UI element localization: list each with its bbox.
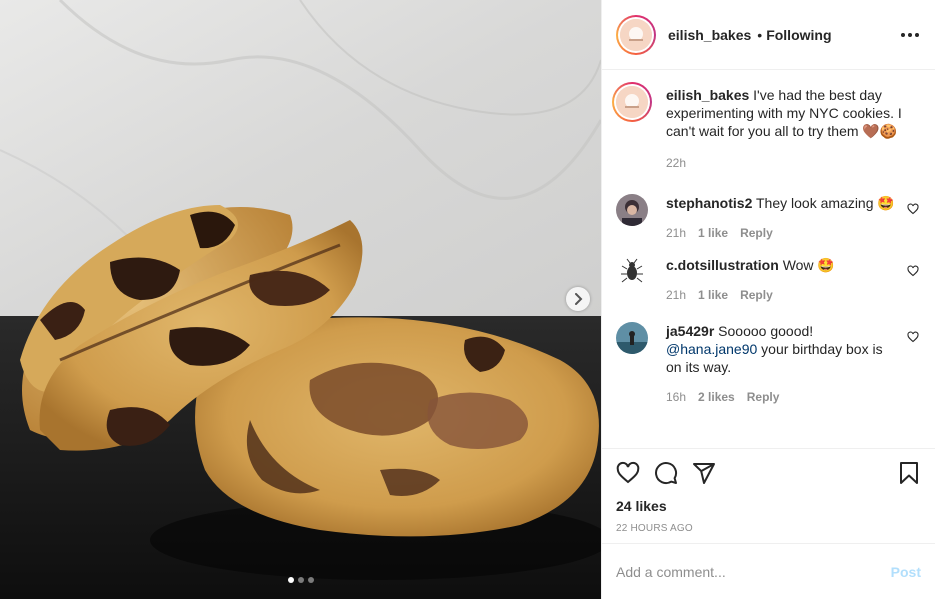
like-comment-icon[interactable] bbox=[907, 264, 919, 280]
carousel-next-button[interactable] bbox=[566, 287, 590, 311]
author-avatar[interactable] bbox=[612, 82, 652, 122]
share-icon[interactable] bbox=[692, 461, 716, 485]
caption-username[interactable]: eilish_bakes bbox=[666, 87, 749, 103]
beetle-illustration-icon bbox=[616, 256, 648, 288]
user-photo-icon bbox=[616, 194, 648, 226]
chevron-right-icon bbox=[575, 293, 583, 305]
comment-text: They look amazing 🤩 bbox=[756, 195, 895, 211]
comment-time[interactable]: 21h bbox=[666, 224, 686, 242]
commenter-avatar[interactable] bbox=[616, 256, 648, 288]
commenter-avatar[interactable] bbox=[616, 194, 648, 226]
carousel-dot bbox=[307, 577, 314, 583]
comment-text: Wow 🤩 bbox=[782, 257, 835, 273]
like-comment-icon[interactable] bbox=[907, 202, 919, 218]
heart-icon[interactable] bbox=[616, 461, 640, 485]
comments-list[interactable]: eilish_bakes I've had the best day exper… bbox=[602, 70, 935, 448]
comment-likes[interactable]: 1 like bbox=[698, 224, 728, 242]
comment-icon[interactable] bbox=[654, 461, 678, 485]
comment-username[interactable]: stephanotis2 bbox=[666, 195, 752, 211]
add-comment-bar: Post bbox=[602, 543, 935, 599]
comment-text: Sooooo goood! bbox=[718, 323, 814, 339]
comment: ja5429r Sooooo goood! @hana.jane90 your … bbox=[616, 322, 919, 406]
bakery-logo-icon bbox=[620, 18, 652, 51]
reply-button[interactable]: Reply bbox=[740, 224, 773, 242]
user-photo-icon bbox=[616, 322, 648, 354]
commenter-avatar[interactable] bbox=[616, 322, 648, 354]
post-photo[interactable] bbox=[0, 0, 601, 599]
post-timestamp[interactable]: 22 HOURS AGO bbox=[616, 523, 921, 534]
carousel-dot bbox=[287, 577, 294, 583]
comment-likes[interactable]: 2 likes bbox=[698, 388, 735, 406]
carousel-indicator bbox=[0, 577, 601, 583]
post-header: eilish_bakes • Following bbox=[602, 0, 935, 70]
mention-link[interactable]: @hana.jane90 bbox=[666, 341, 757, 357]
separator-dot: • bbox=[757, 26, 763, 43]
caption: eilish_bakes I've had the best day exper… bbox=[612, 82, 919, 172]
comment: c.dotsillustration Wow 🤩 21h 1 like Repl… bbox=[616, 256, 919, 304]
author-avatar[interactable] bbox=[616, 14, 656, 55]
reply-button[interactable]: Reply bbox=[740, 286, 773, 304]
comment-username[interactable]: c.dotsillustration bbox=[666, 257, 779, 273]
post-sidebar: eilish_bakes • Following eilish_bakes I'… bbox=[601, 0, 935, 599]
caption-time[interactable]: 22h bbox=[666, 154, 686, 172]
more-options-icon[interactable] bbox=[899, 27, 921, 43]
following-button[interactable]: Following bbox=[766, 27, 831, 43]
like-comment-icon[interactable] bbox=[907, 330, 919, 346]
comment-input[interactable] bbox=[616, 563, 891, 580]
comment: stephanotis2 They look amazing 🤩 21h 1 l… bbox=[616, 194, 919, 242]
cookie-photo bbox=[0, 0, 601, 599]
likes-count[interactable]: 24 likes bbox=[616, 498, 921, 514]
bakery-logo-icon bbox=[616, 86, 648, 118]
comment-likes[interactable]: 1 like bbox=[698, 286, 728, 304]
post-actions: 24 likes 22 HOURS AGO bbox=[602, 448, 935, 543]
comment-username[interactable]: ja5429r bbox=[666, 323, 714, 339]
post-view: eilish_bakes • Following eilish_bakes I'… bbox=[0, 0, 935, 599]
comment-time[interactable]: 21h bbox=[666, 286, 686, 304]
comment-time[interactable]: 16h bbox=[666, 388, 686, 406]
post-comment-button[interactable]: Post bbox=[891, 564, 921, 580]
bookmark-icon[interactable] bbox=[897, 461, 921, 485]
author-username[interactable]: eilish_bakes bbox=[668, 27, 751, 43]
carousel-dot bbox=[297, 577, 304, 583]
reply-button[interactable]: Reply bbox=[747, 388, 780, 406]
